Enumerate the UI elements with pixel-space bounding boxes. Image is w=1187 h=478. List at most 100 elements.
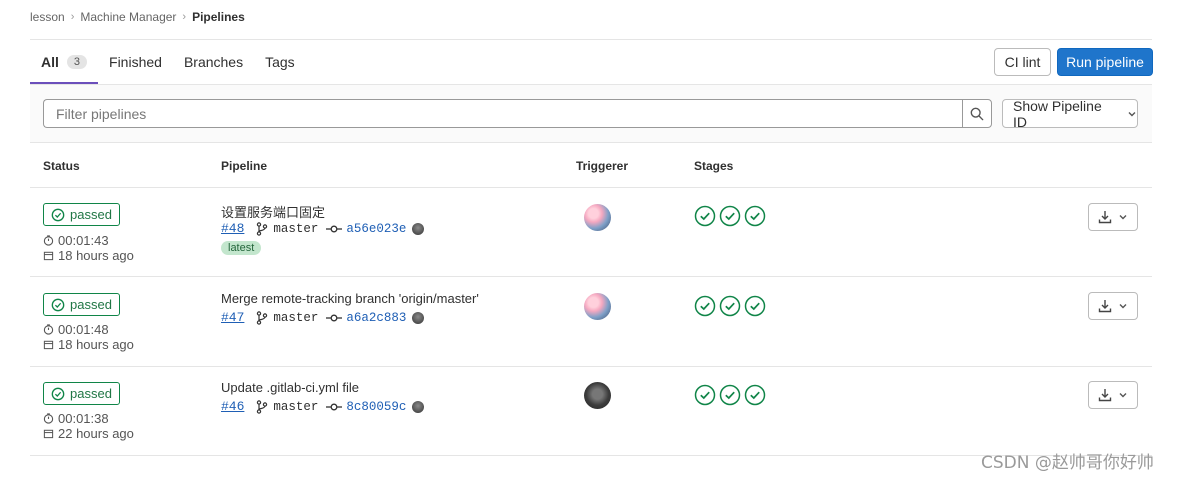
duration: 00:01:43 xyxy=(43,233,109,248)
branch-name[interactable]: master xyxy=(273,400,318,414)
tab-finished-label: Finished xyxy=(109,54,162,70)
download-icon xyxy=(1098,389,1112,402)
finished-time-value: 18 hours ago xyxy=(58,337,134,352)
timer-icon xyxy=(43,324,54,335)
pipeline-refs: #46 master 8c80059c xyxy=(221,399,425,414)
stage-success-icon[interactable] xyxy=(694,295,716,317)
latest-badge: latest xyxy=(221,241,262,255)
commit-author-avatar[interactable] xyxy=(412,311,425,324)
branch-icon xyxy=(257,399,268,414)
ci-lint-button[interactable]: CI lint xyxy=(994,48,1051,76)
status-badge[interactable]: passed xyxy=(43,293,120,316)
triggerer-avatar[interactable] xyxy=(584,204,611,231)
calendar-icon xyxy=(43,251,54,261)
chevron-down-icon xyxy=(1119,215,1127,220)
commit-icon xyxy=(326,225,343,232)
download-artifacts-button[interactable] xyxy=(1088,381,1138,409)
commit-sha-link[interactable]: a56e023e xyxy=(346,222,406,236)
stages xyxy=(694,384,769,406)
duration: 00:01:38 xyxy=(43,411,109,426)
table-header: Status Pipeline Triggerer Stages xyxy=(30,143,1152,188)
tab-all[interactable]: All 3 xyxy=(30,40,99,84)
stage-success-icon[interactable] xyxy=(719,384,741,406)
stages xyxy=(694,205,769,227)
branch-name[interactable]: master xyxy=(273,222,318,236)
tab-all-count-badge: 3 xyxy=(66,55,88,69)
commit-icon xyxy=(326,314,343,321)
column-stages: Stages xyxy=(694,159,734,173)
commit-author-avatar[interactable] xyxy=(412,400,425,413)
commit-title[interactable]: Update .gitlab-ci.yml file xyxy=(221,380,359,395)
breadcrumb-pipelines[interactable]: Pipelines xyxy=(192,10,245,24)
commit-sha-link[interactable]: 8c80059c xyxy=(346,400,406,414)
pipeline-tabs: All 3 Finished Branches Tags xyxy=(30,40,306,84)
table-row: passed 00:01:38 22 hours ago Update .git… xyxy=(30,367,1152,456)
commit-sha-link[interactable]: a6a2c883 xyxy=(346,311,406,325)
download-icon xyxy=(1098,211,1112,224)
timer-icon xyxy=(43,413,54,424)
chevron-right-icon: › xyxy=(70,11,75,23)
stage-success-icon[interactable] xyxy=(744,295,766,317)
pipeline-id-link[interactable]: #46 xyxy=(221,399,244,414)
commit-title[interactable]: Merge remote-tracking branch 'origin/mas… xyxy=(221,291,479,306)
tab-all-label: All xyxy=(41,54,59,70)
finished-time-value: 22 hours ago xyxy=(58,426,134,441)
column-pipeline: Pipeline xyxy=(221,159,268,173)
column-triggerer: Triggerer xyxy=(576,159,629,173)
show-pipeline-id-dropdown[interactable]: Show Pipeline ID xyxy=(1002,97,1138,130)
chevron-right-icon: › xyxy=(182,11,187,23)
status-label: passed xyxy=(70,297,112,312)
stage-success-icon[interactable] xyxy=(719,295,741,317)
commit-title[interactable]: 设置服务端口固定 xyxy=(221,202,325,221)
filter-pipelines-input[interactable] xyxy=(43,99,963,128)
pipeline-id-link[interactable]: #47 xyxy=(221,310,244,325)
tab-branches[interactable]: Branches xyxy=(173,40,254,84)
triggerer-avatar[interactable] xyxy=(584,293,611,320)
stage-success-icon[interactable] xyxy=(694,384,716,406)
download-icon xyxy=(1098,300,1112,313)
status-badge[interactable]: passed xyxy=(43,203,120,226)
branch-name[interactable]: master xyxy=(273,311,318,325)
table-row: passed 00:01:48 18 hours ago Merge remot… xyxy=(30,278,1152,367)
branch-icon xyxy=(257,221,268,236)
status-label: passed xyxy=(70,386,112,401)
table-row: passed 00:01:43 18 hours ago 设置服务端口固定 #4… xyxy=(30,188,1152,277)
download-artifacts-button[interactable] xyxy=(1088,203,1138,231)
status-badge[interactable]: passed xyxy=(43,382,120,405)
stages xyxy=(694,295,769,317)
download-artifacts-button[interactable] xyxy=(1088,292,1138,320)
stage-success-icon[interactable] xyxy=(694,205,716,227)
finished-time-value: 18 hours ago xyxy=(58,248,134,263)
finished-time: 22 hours ago xyxy=(43,426,134,441)
commit-author-avatar[interactable] xyxy=(412,222,425,235)
branch-icon xyxy=(257,310,268,325)
watermark: CSDN @赵帅哥你好帅 xyxy=(981,453,1154,473)
timer-icon xyxy=(43,235,54,246)
run-pipeline-button[interactable]: Run pipeline xyxy=(1057,48,1153,76)
finished-time: 18 hours ago xyxy=(43,248,134,263)
breadcrumb-machine-manager[interactable]: Machine Manager xyxy=(80,10,176,24)
pipeline-refs: #48 master a56e023e xyxy=(221,221,425,236)
stage-success-icon[interactable] xyxy=(719,205,741,227)
triggerer-avatar[interactable] xyxy=(584,382,611,409)
status-success-icon xyxy=(51,298,65,311)
commit-icon xyxy=(326,403,343,410)
stage-success-icon[interactable] xyxy=(744,205,766,227)
chevron-down-icon xyxy=(1128,111,1136,116)
stage-success-icon[interactable] xyxy=(744,384,766,406)
calendar-icon xyxy=(43,340,54,350)
search-button[interactable] xyxy=(962,99,992,128)
filter-bar: Show Pipeline ID xyxy=(30,85,1152,143)
tab-tags-label: Tags xyxy=(265,54,295,70)
tab-finished[interactable]: Finished xyxy=(98,40,173,84)
column-status: Status xyxy=(43,159,80,173)
tab-branches-label: Branches xyxy=(183,54,244,70)
pipeline-id-link[interactable]: #48 xyxy=(221,221,244,236)
search-icon xyxy=(970,107,984,120)
tab-tags[interactable]: Tags xyxy=(254,40,306,84)
status-success-icon xyxy=(51,387,65,400)
breadcrumb-lesson[interactable]: lesson xyxy=(30,10,65,24)
finished-time: 18 hours ago xyxy=(43,337,134,352)
show-pipeline-id-label: Show Pipeline ID xyxy=(1013,97,1102,130)
pipeline-refs: #47 master a6a2c883 xyxy=(221,310,425,325)
